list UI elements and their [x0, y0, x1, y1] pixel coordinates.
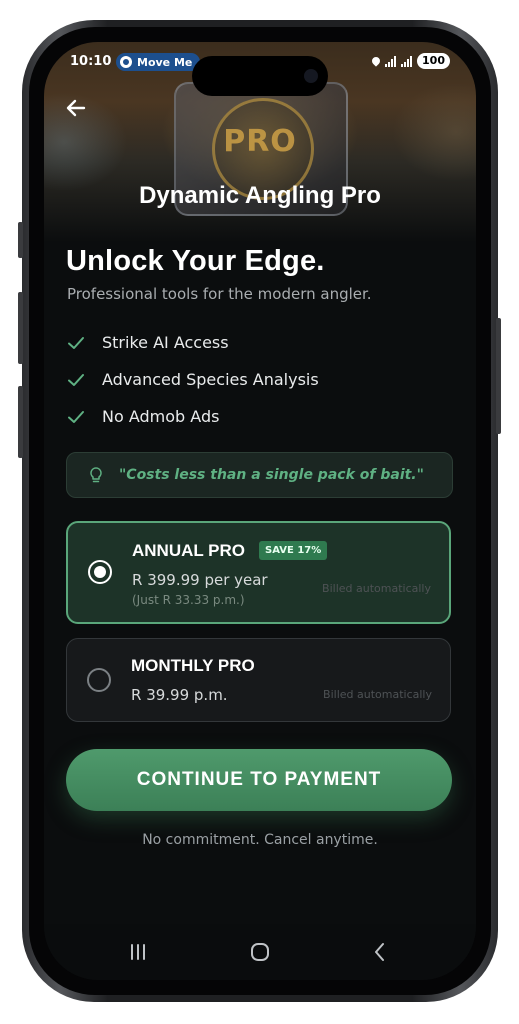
chevron-left-icon[interactable]	[364, 936, 396, 968]
signal-2-icon	[401, 55, 413, 67]
power-button	[496, 318, 501, 434]
feature-label: No Admob Ads	[102, 407, 220, 426]
billing-note: Billed automatically	[323, 688, 432, 701]
radio-unselected-icon[interactable]	[87, 668, 111, 692]
cancel-anytime-note: No commitment. Cancel anytime.	[142, 832, 378, 848]
plan-option-monthly[interactable]: MONTHLY PRO R 39.99 p.m. Billed automati…	[66, 638, 451, 722]
volume-down-button	[18, 386, 23, 458]
camera-icon	[304, 69, 318, 83]
app-title: Dynamic Angling Pro	[139, 182, 381, 209]
recents-icon[interactable]	[122, 936, 154, 968]
pro-logo: PRO	[223, 124, 297, 159]
plan-name: ANNUAL PRO	[132, 541, 246, 560]
notification-chip[interactable]: Move Me	[116, 53, 201, 71]
feature-item: Advanced Species Analysis	[66, 361, 319, 398]
quote-text: "Costs less than a single pack of bait."	[119, 467, 424, 483]
billing-note: Billed automatically	[322, 582, 431, 595]
app-screen: PRO 10:10 Move Me 100 Dynamic Angling Pr…	[44, 42, 476, 980]
feature-label: Advanced Species Analysis	[102, 370, 319, 389]
feature-list: Strike AI Access Advanced Species Analys…	[66, 324, 319, 435]
action-button	[18, 222, 23, 258]
continue-to-payment-button[interactable]: CONTINUE TO PAYMENT	[66, 749, 452, 811]
battery-indicator: 100	[417, 53, 450, 69]
home-icon[interactable]	[244, 936, 276, 968]
radio-selected-icon[interactable]	[88, 560, 112, 584]
notification-chip-label: Move Me	[137, 55, 193, 69]
signal-icon	[385, 55, 397, 67]
status-time: 10:10	[70, 54, 112, 69]
status-icons: 100	[370, 53, 450, 69]
plan-name: MONTHLY PRO	[131, 656, 255, 675]
savings-badge: SAVE 17%	[259, 541, 328, 560]
continue-button-label: CONTINUE TO PAYMENT	[136, 769, 382, 790]
check-icon	[68, 336, 84, 349]
page-subheadline: Professional tools for the modern angler…	[67, 285, 372, 303]
system-nav-bar	[44, 924, 476, 980]
feature-item: Strike AI Access	[66, 324, 319, 361]
check-icon	[68, 373, 84, 386]
feature-item: No Admob Ads	[66, 398, 319, 435]
plan-price: R 39.99 p.m.	[131, 686, 228, 704]
value-quote-box: "Costs less than a single pack of bait."	[66, 452, 453, 498]
plan-monthly-equivalent: (Just R 33.33 p.m.)	[132, 593, 245, 607]
lightbulb-icon	[90, 467, 102, 483]
feature-label: Strike AI Access	[102, 333, 229, 352]
arrow-left-icon[interactable]	[62, 94, 90, 122]
plan-option-annual[interactable]: ANNUAL PRO SAVE 17% R 399.99 per year (J…	[66, 521, 451, 624]
target-icon	[120, 56, 132, 68]
check-icon	[68, 410, 84, 423]
plan-price: R 399.99 per year	[132, 571, 268, 589]
volume-up-button	[18, 292, 23, 364]
page-headline: Unlock Your Edge.	[66, 245, 325, 277]
location-icon	[370, 55, 382, 67]
